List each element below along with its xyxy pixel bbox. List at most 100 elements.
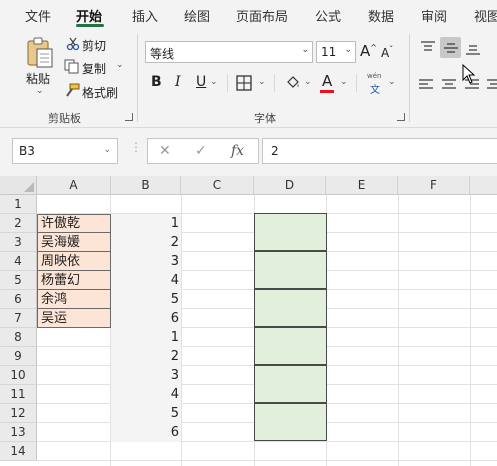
tab-view[interactable]: 视图 [474,6,497,25]
cell-b9[interactable]: 2 [111,347,181,366]
insert-function-button[interactable]: fx [231,143,244,159]
cell-a4[interactable]: 周映依 [41,252,80,271]
select-all-button[interactable] [0,176,37,195]
formula-input[interactable]: 2 [262,138,497,164]
cell-b5[interactable]: 4 [111,271,181,290]
cell-b8[interactable]: 1 [111,328,181,347]
phonetic-dropdown-arrow[interactable]: ⌄ [388,77,396,87]
tab-home[interactable]: 开始 [76,6,102,25]
column-header-e[interactable]: E [326,176,398,195]
cell-b11[interactable]: 4 [111,385,181,404]
row-header[interactable]: 10 [0,366,37,385]
drag-handle-icon[interactable]: ⋮ [130,140,142,154]
enter-button[interactable]: ✓ [195,143,207,159]
cell-b7[interactable]: 6 [111,309,181,328]
cell-a3[interactable]: 吴海媛 [41,233,80,252]
row-header[interactable]: 8 [0,328,37,347]
row-header[interactable]: 12 [0,404,37,423]
cell-b13[interactable]: 6 [111,423,181,442]
row-header[interactable]: 4 [0,252,37,271]
tab-page-layout[interactable]: 页面布局 [236,6,288,25]
column-header-g[interactable] [470,176,497,195]
underline-button[interactable]: U [196,74,206,90]
row-header[interactable]: 7 [0,309,37,328]
row-header[interactable]: 3 [0,233,37,252]
cancel-button[interactable]: ✕ [159,143,171,159]
italic-button[interactable]: I [175,74,181,90]
column-header-a[interactable]: A [37,176,111,195]
font-size-select[interactable]: 11 ⌄ [316,41,356,63]
cell-a5[interactable]: 杨蕾幻 [41,271,80,290]
grow-font-button[interactable]: A^ [360,42,377,60]
fill-color-dropdown-arrow[interactable]: ⌄ [304,77,312,87]
merged-cell[interactable] [254,365,327,403]
cell-b2[interactable]: 1 [111,214,181,233]
column-header-d[interactable]: D [254,176,326,195]
tab-draw[interactable]: 绘图 [184,6,210,25]
font-group-label: 字体 [254,112,276,125]
merged-cell[interactable] [254,251,327,289]
copy-dropdown-arrow[interactable]: ⌄ [116,60,124,70]
font-dialog-launcher[interactable] [397,113,405,121]
merged-cell[interactable] [254,327,327,365]
name-box[interactable]: B3 ⌄ [12,138,118,164]
tab-formulas[interactable]: 公式 [315,6,341,25]
column-header-f[interactable]: F [398,176,470,195]
paste-button[interactable]: 粘贴 [26,70,50,87]
paste-dropdown-arrow[interactable]: ⌄ [36,86,44,96]
indent-icon[interactable] [486,78,497,92]
row-header[interactable]: 11 [0,385,37,404]
clipboard-dialog-launcher[interactable] [125,113,133,121]
tab-file[interactable]: 文件 [25,6,51,25]
phonetic-guide-top[interactable]: wén [367,72,381,80]
merged-cell[interactable] [254,289,327,327]
row-header[interactable]: 1 [0,195,37,214]
paste-icon[interactable] [26,36,54,68]
top-align-icon[interactable] [420,41,436,53]
cell-a2[interactable]: 许傲乾 [41,214,80,233]
divider [356,74,357,92]
bottom-align-icon[interactable] [465,44,481,56]
cell-b4[interactable]: 3 [111,252,181,271]
gridline [181,195,182,466]
borders-dropdown-arrow[interactable]: ⌄ [258,77,266,87]
bold-button[interactable]: B [151,74,162,90]
row-header[interactable]: 9 [0,347,37,366]
row-header[interactable]: 6 [0,290,37,309]
font-color-button[interactable]: A [322,72,332,90]
copy-icon[interactable] [64,59,80,74]
underline-dropdown-arrow[interactable]: ⌄ [210,77,218,87]
middle-align-button[interactable] [440,37,461,58]
column-header-b[interactable]: B [111,176,181,195]
cell-b6[interactable]: 5 [111,290,181,309]
fill-color-icon[interactable] [285,74,301,92]
row-header[interactable]: 13 [0,423,37,442]
cell-a6[interactable]: 余鸿 [41,290,67,309]
tab-data[interactable]: 数据 [368,6,394,25]
row-header[interactable]: 2 [0,214,37,233]
tab-insert[interactable]: 插入 [132,6,158,25]
cut-icon[interactable] [66,37,80,51]
borders-icon[interactable] [236,75,252,91]
copy-button[interactable]: 复制 [82,60,106,77]
align-left-icon[interactable] [418,78,434,92]
cell-b10[interactable]: 3 [111,366,181,385]
font-name-select[interactable]: 等线 ⌄ [145,41,313,63]
align-center-icon[interactable] [441,78,457,92]
font-color-dropdown-arrow[interactable]: ⌄ [340,77,348,87]
cell-b3[interactable]: 2 [111,233,181,252]
format-painter-icon[interactable] [64,83,80,97]
tab-review[interactable]: 审阅 [421,6,447,25]
phonetic-guide-button[interactable]: 文 [370,81,380,96]
row-header[interactable]: 5 [0,271,37,290]
worksheet-grid[interactable]: A B C D E F 1 2 3 4 5 6 7 8 9 10 11 12 1… [0,176,497,466]
cut-button[interactable]: 剪切 [82,37,106,54]
format-painter-button[interactable]: 格式刷 [82,84,118,101]
merged-cell[interactable] [254,213,327,251]
column-header-c[interactable]: C [181,176,254,195]
merged-cell[interactable] [254,403,327,441]
cell-b12[interactable]: 5 [111,404,181,423]
shrink-font-button[interactable]: Aˇ [381,45,393,60]
row-header[interactable]: 14 [0,442,37,461]
cell-a7[interactable]: 吴运 [41,309,67,328]
